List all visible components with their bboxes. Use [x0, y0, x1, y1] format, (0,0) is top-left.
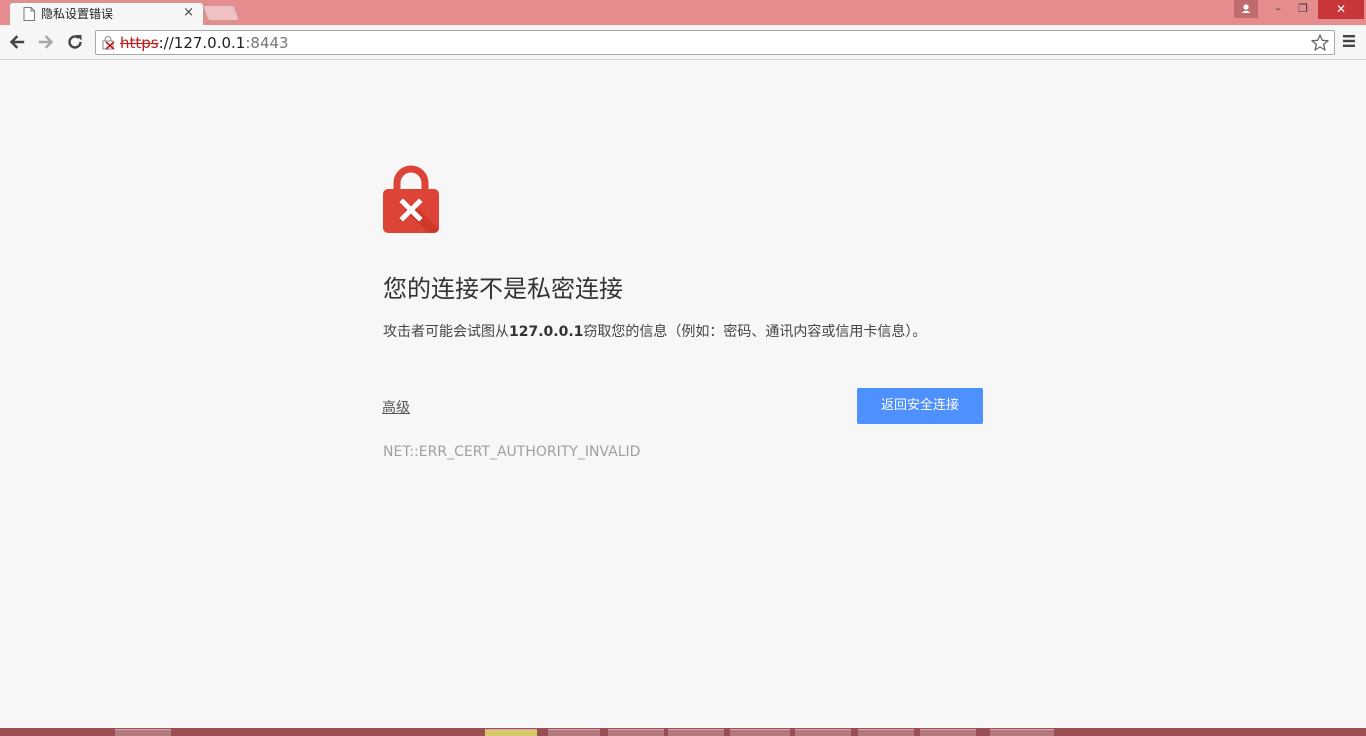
taskbar-app[interactable]: [115, 729, 171, 736]
os-taskbar: [0, 728, 1366, 736]
forward-arrow-icon[interactable]: [36, 32, 56, 52]
user-icon: [1241, 4, 1251, 13]
restore-button[interactable]: ❐: [1290, 0, 1316, 18]
url-separator: ://: [158, 34, 174, 52]
desc-text-after: 窃取您的信息（例如：密码、通讯内容或信用卡信息）。: [583, 324, 927, 340]
close-window-button[interactable]: ✕: [1318, 0, 1364, 19]
browser-tab[interactable]: 隐私设置错误 ×: [9, 2, 204, 25]
broken-lock-icon[interactable]: [102, 36, 116, 50]
taskbar-app[interactable]: [485, 729, 537, 736]
taskbar-app[interactable]: [548, 729, 600, 736]
taskbar-app[interactable]: [608, 729, 664, 736]
tab-close-button[interactable]: ×: [183, 6, 194, 20]
error-code: NET::ERR_CERT_AUTHORITY_INVALID: [383, 444, 641, 460]
taskbar-app[interactable]: [730, 729, 790, 736]
url-text: https://127.0.0.1:8443: [120, 34, 289, 52]
profile-button[interactable]: [1234, 0, 1258, 18]
desc-text-before: 攻击者可能会试图从: [383, 324, 509, 340]
back-to-safety-button[interactable]: 返回安全连接: [857, 388, 983, 424]
url-port: :8443: [245, 34, 289, 52]
warning-description: 攻击者可能会试图从127.0.0.1窃取您的信息（例如：密码、通讯内容或信用卡信…: [383, 322, 926, 342]
new-tab-button[interactable]: [202, 5, 240, 21]
address-bar[interactable]: https://127.0.0.1:8443: [95, 30, 1335, 55]
reload-icon[interactable]: [65, 32, 85, 52]
document-icon: [23, 7, 35, 21]
interstitial-page: 您的连接不是私密连接 攻击者可能会试图从127.0.0.1窃取您的信息（例如：密…: [0, 60, 1366, 728]
taskbar-app[interactable]: [795, 729, 851, 736]
red-padlock-x-icon: [383, 165, 439, 233]
back-arrow-icon[interactable]: [7, 32, 27, 52]
taskbar-app[interactable]: [990, 729, 1054, 736]
desc-host: 127.0.0.1: [509, 324, 584, 340]
minimize-button[interactable]: –: [1265, 0, 1291, 18]
taskbar-app[interactable]: [920, 729, 976, 736]
taskbar-app[interactable]: [858, 729, 914, 736]
tab-title: 隐私设置错误: [41, 7, 114, 21]
star-icon[interactable]: [1310, 33, 1330, 53]
hamburger-menu-icon[interactable]: [1341, 33, 1357, 49]
taskbar-app[interactable]: [668, 729, 724, 736]
browser-toolbar: https://127.0.0.1:8443: [0, 25, 1366, 60]
url-host: 127.0.0.1: [173, 34, 246, 52]
title-bar: 隐私设置错误 × – ❐ ✕: [0, 0, 1366, 25]
page-title: 您的连接不是私密连接: [383, 275, 623, 303]
url-scheme: https: [120, 34, 159, 52]
advanced-link[interactable]: 高级: [382, 398, 410, 418]
